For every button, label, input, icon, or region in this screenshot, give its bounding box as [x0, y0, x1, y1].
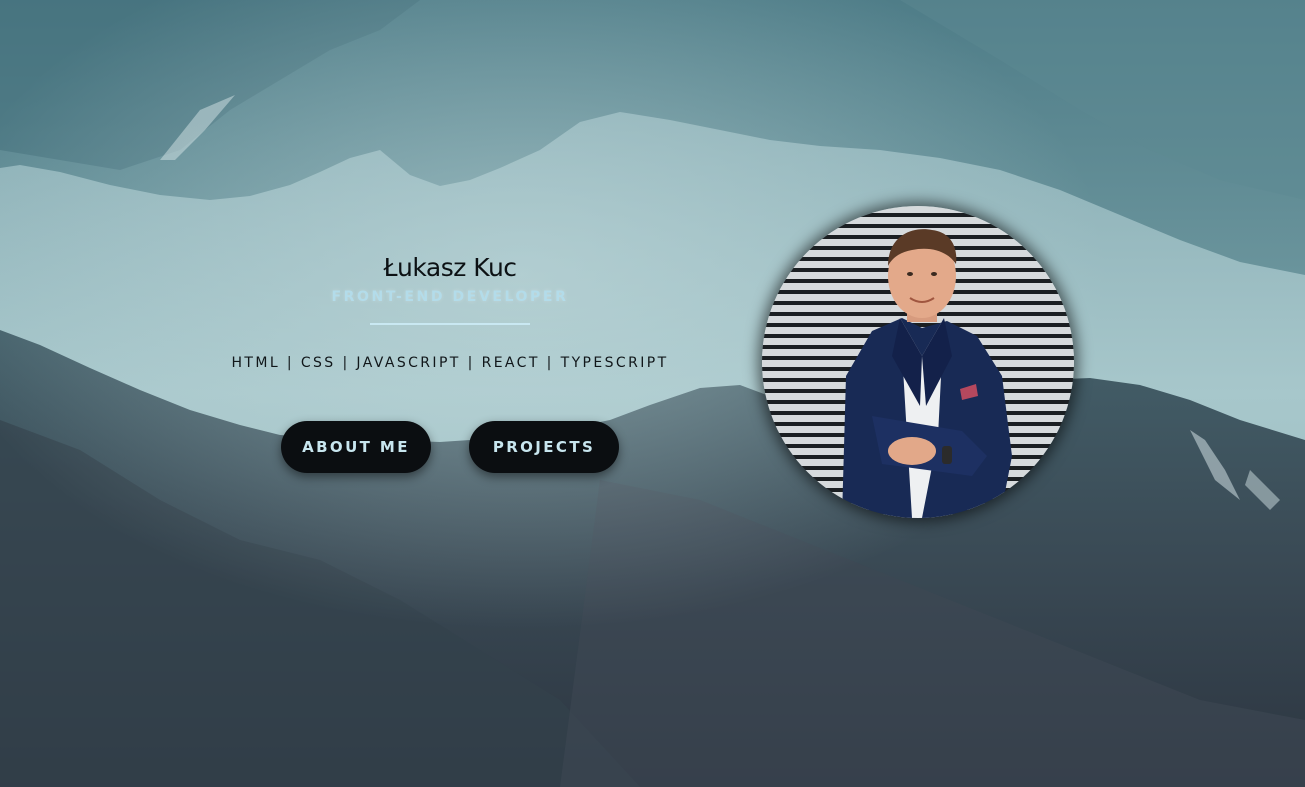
intro-block: Łukasz Kuc FRONT-END DEVELOPER HTML | CS… — [200, 248, 700, 373]
profile-photo-image — [762, 206, 1074, 518]
skills-list: HTML | CSS | JAVASCRIPT | REACT | TYPESC… — [231, 355, 669, 371]
projects-button[interactable]: PROJECTS — [469, 421, 619, 473]
mountain-background-image — [0, 0, 1305, 787]
about-me-button[interactable]: ABOUT ME — [281, 421, 431, 473]
profile-name: Łukasz Kuc — [383, 253, 517, 282]
hero-section: Łukasz Kuc FRONT-END DEVELOPER HTML | CS… — [0, 0, 1305, 787]
profile-role: FRONT-END DEVELOPER — [331, 289, 569, 305]
title-divider — [370, 323, 530, 325]
profile-photo — [762, 206, 1074, 518]
